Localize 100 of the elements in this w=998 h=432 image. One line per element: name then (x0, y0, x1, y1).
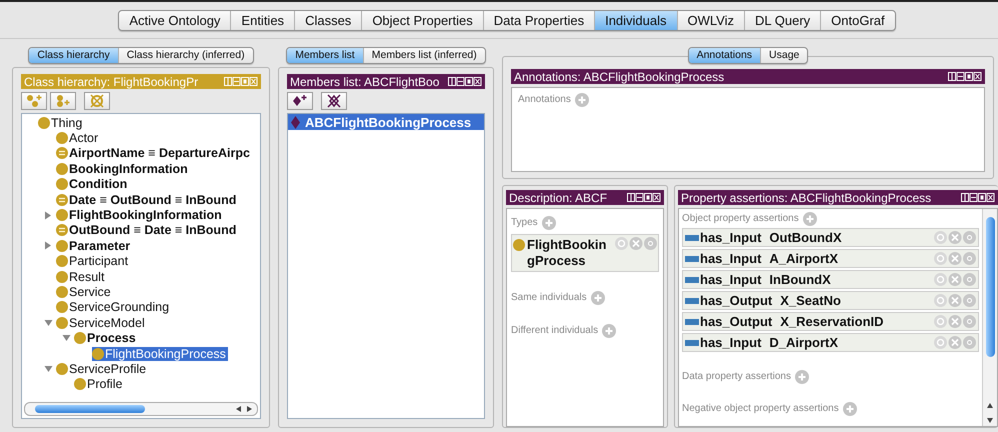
assertion-row[interactable]: has_Input D_AirportX (682, 333, 979, 352)
tree-item[interactable]: ServiceModel (56, 316, 145, 330)
section-label: Annotations (518, 94, 571, 105)
panel-controls-icon[interactable] (948, 72, 982, 81)
property-name: has_Input (700, 272, 762, 287)
tree-item[interactable]: Service (56, 284, 111, 299)
object-property-icon (685, 318, 699, 324)
collapsed-arrow-icon[interactable] (44, 210, 52, 220)
row-actions-icon[interactable] (934, 273, 976, 286)
panel-title: Members list: ABCFlightBoo (290, 74, 440, 88)
individual-item[interactable]: ABCFlightBookingProcess (288, 114, 484, 130)
class-icon (56, 240, 68, 252)
tree-item[interactable]: Process (74, 331, 136, 346)
scroll-arrows-icon[interactable] (235, 405, 253, 413)
class-icon (56, 178, 68, 190)
tree-item[interactable]: Thing (38, 116, 82, 130)
row-actions-icon[interactable] (934, 315, 976, 328)
row-actions-icon[interactable] (934, 294, 976, 307)
section-label: Object property assertions (682, 213, 799, 224)
add-individual-icon (292, 94, 308, 108)
object-property-icon (685, 340, 699, 346)
section-label: Data property assertions (682, 371, 791, 382)
panel-controls-icon[interactable] (627, 193, 661, 202)
section-label: Negative object property assertions (682, 403, 839, 414)
tree-item[interactable]: FlightBookingInformation (56, 208, 222, 222)
tree-item[interactable]: AirportName ≡ DepartureAirpc (56, 146, 250, 160)
add-icon[interactable] (842, 402, 857, 416)
view-tab[interactable]: Members list (inferred) (364, 48, 485, 63)
assertion-row[interactable]: has_Input OutBoundX (682, 228, 979, 247)
row-actions-icon[interactable] (934, 336, 976, 349)
property-name: has_Output (700, 314, 772, 329)
delete-individual-button[interactable] (321, 92, 347, 110)
expanded-arrow-icon[interactable] (44, 364, 53, 373)
horizontal-scrollbar[interactable] (24, 402, 258, 416)
add-sibling-icon (55, 94, 71, 108)
add-individual-button[interactable] (287, 92, 313, 110)
property-value: InBoundX (769, 272, 831, 287)
assertion-row[interactable]: has_Output X_ReservationID (682, 312, 979, 331)
perspective-tab[interactable]: OntoGraf (821, 10, 895, 30)
assertion-row[interactable]: has_Output X_SeatNo (682, 291, 979, 310)
panel-title: Property assertions: ABCFlightBookingProcess (681, 190, 932, 204)
perspective-tab[interactable]: Active Ontology (119, 10, 232, 30)
class-icon (56, 286, 68, 298)
property-value: X_SeatNo (780, 293, 841, 308)
add-icon[interactable] (602, 324, 616, 338)
view-tab[interactable]: Members list (287, 48, 364, 63)
view-tab[interactable]: Annotations (688, 48, 762, 63)
panel-controls-icon[interactable] (448, 77, 482, 86)
expanded-arrow-icon[interactable] (44, 318, 53, 327)
assertion-row[interactable]: has_Input InBoundX (682, 270, 979, 289)
tree-item[interactable]: Condition (56, 177, 128, 192)
view-tab[interactable]: Class hierarchy (inferred) (118, 48, 253, 63)
class-icon (56, 301, 68, 314)
class-icon (513, 239, 525, 251)
tree-item[interactable]: Participant (56, 254, 128, 268)
row-actions-icon[interactable] (934, 252, 976, 265)
tree-item[interactable]: Result (56, 270, 104, 284)
tree-item[interactable]: Actor (56, 131, 98, 146)
add-icon[interactable] (802, 212, 817, 226)
panel-controls-icon[interactable] (961, 193, 995, 202)
row-actions-icon[interactable] (615, 237, 657, 250)
scroll-arrows-icon[interactable] (986, 402, 994, 424)
property-name: has_Input (700, 335, 762, 350)
tree-item[interactable]: Date ≡ OutBound ≡ InBound (56, 192, 236, 207)
add-icon[interactable] (590, 290, 605, 304)
defined-class-icon (56, 224, 68, 236)
assertion-row[interactable]: has_Input A_AirportX (682, 249, 979, 268)
defined-class-icon (56, 147, 68, 160)
view-tab[interactable]: Class hierarchy (29, 48, 119, 63)
tree-item[interactable]: ServiceProfile (56, 362, 146, 376)
class-icon (38, 116, 50, 129)
tree-item[interactable]: OutBound ≡ Date ≡ InBound (56, 223, 236, 238)
class-icon (56, 255, 68, 268)
add-sibling-button[interactable] (50, 92, 76, 110)
tree-item[interactable]: ServiceGrounding (56, 300, 170, 314)
perspective-tab[interactable]: DL Query (745, 10, 822, 30)
view-tab[interactable]: Usage (761, 48, 808, 63)
delete-icon (326, 94, 342, 108)
delete-icon (89, 94, 105, 108)
tree-item[interactable]: BookingInformation (56, 162, 188, 176)
add-icon[interactable] (574, 92, 589, 106)
object-property-icon (685, 276, 699, 282)
section-label: Types (511, 217, 538, 228)
collapsed-arrow-icon[interactable] (44, 241, 52, 250)
class-icon (56, 209, 68, 222)
expanded-arrow-icon[interactable] (62, 334, 71, 342)
tree-item[interactable]: FlightBookingProcess (92, 346, 228, 361)
perspective-tab[interactable]: Object Properties (362, 10, 484, 30)
add-icon[interactable] (542, 216, 556, 230)
vertical-scrollbar[interactable] (982, 209, 997, 426)
tree-item[interactable]: Parameter (56, 238, 130, 253)
add-icon[interactable] (794, 370, 809, 384)
perspective-tab[interactable]: Entities (231, 10, 296, 30)
delete-class-button[interactable] (84, 92, 110, 110)
row-actions-icon[interactable] (934, 231, 976, 244)
perspective-tab[interactable]: OWLViz (678, 10, 745, 30)
tree-item[interactable]: Profile (74, 377, 122, 392)
perspective-tab[interactable]: Individuals (595, 10, 678, 30)
add-subclass-button[interactable] (21, 92, 47, 110)
perspective-tab[interactable]: Classes (295, 10, 362, 30)
